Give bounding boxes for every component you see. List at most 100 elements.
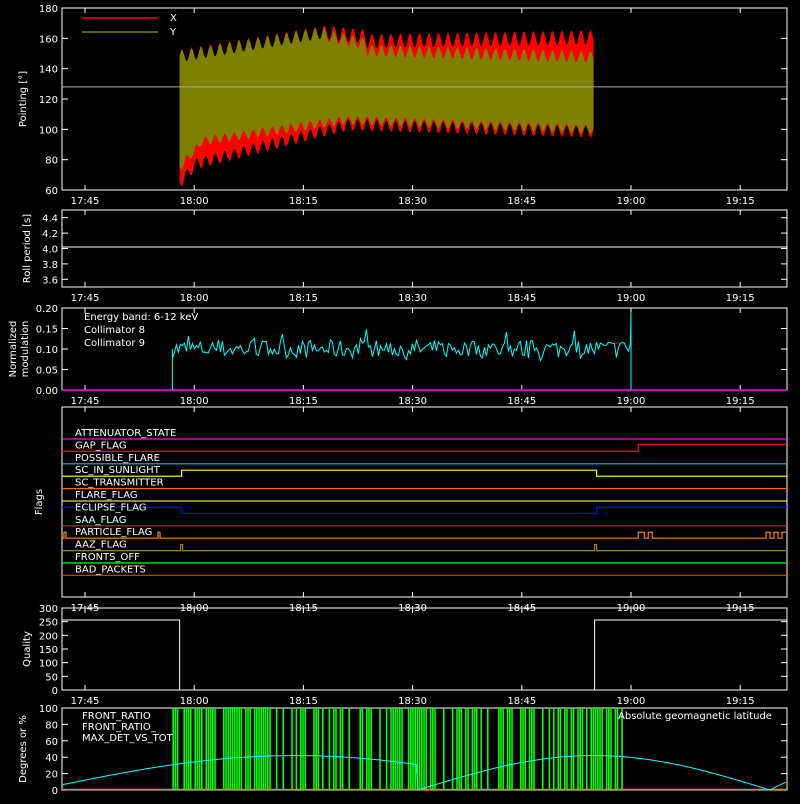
y-axis-label: Quality — [22, 631, 33, 667]
flag-label-fronts-off: FRONTS_OFF — [75, 552, 140, 563]
front-ratio-bar — [590, 708, 592, 790]
front-ratio-bar — [533, 708, 535, 790]
x-tick-label: 18:30 — [398, 293, 427, 304]
front-ratio-bar — [566, 708, 568, 790]
front-ratio-bar — [605, 708, 608, 790]
front-ratio-bar — [333, 708, 335, 790]
front-ratio-bar — [322, 708, 324, 790]
legend-label-front-ratio: FRONT_RATIO — [82, 711, 151, 722]
y-tick-label: 300 — [39, 604, 58, 615]
legend-label-collimator-8: Collimator 8 — [84, 325, 145, 336]
front-ratio-bar — [275, 708, 278, 790]
x-tick-label: 19:15 — [726, 396, 755, 407]
front-ratio-bar — [196, 708, 199, 790]
x-tick-label: 18:45 — [507, 196, 536, 207]
front-ratio-bar — [506, 708, 509, 790]
front-ratio-bar — [300, 708, 302, 790]
front-ratio-bar — [185, 708, 188, 790]
front-ratio-bar — [407, 708, 410, 790]
legend-label-y: Y — [169, 27, 177, 38]
collimator-8-line — [171, 312, 632, 390]
x-tick-label: 19:15 — [726, 696, 755, 707]
flag-label-aaz-flag: AAZ_FLAG — [75, 540, 127, 551]
front-ratio-bar — [207, 708, 210, 790]
front-ratio-bar — [317, 708, 320, 790]
front-ratio-bar — [229, 708, 232, 790]
front-ratio-bar — [247, 708, 249, 790]
front-ratio-bar — [509, 708, 511, 790]
y-tick-label: 100 — [39, 704, 58, 715]
front-ratio-bar — [240, 708, 243, 790]
flag-line-sc-in-sunlight — [62, 469, 787, 477]
y-tick-label: 50 — [45, 672, 58, 683]
y-axis-label: Flags — [34, 489, 45, 515]
y-tick-label: 200 — [39, 631, 58, 642]
x-tick-label: 19:00 — [617, 396, 646, 407]
front-ratio-bar — [264, 708, 267, 790]
y-tick-label: 60 — [45, 186, 58, 197]
front-ratio-bar — [172, 708, 174, 790]
front-ratio-bar — [520, 708, 522, 790]
front-ratio-bar — [601, 708, 603, 790]
front-ratio-bar — [231, 708, 234, 790]
legend-label-collimator-9: Collimator 9 — [84, 338, 145, 349]
y-axis-label: Pointing [°] — [18, 71, 29, 127]
flag-line-gap-flag — [62, 443, 787, 452]
flag-line-aaz-flag — [62, 544, 787, 552]
y-axis-label: Roll period [s] — [22, 214, 33, 283]
front-ratio-bar — [557, 708, 559, 790]
front-ratio-bar — [379, 708, 381, 790]
flag-label-saa-flag: SAA_FLAG — [75, 515, 126, 526]
front-ratio-bar — [471, 708, 474, 790]
front-ratio-bar — [581, 708, 584, 790]
front-ratio-bar — [190, 708, 192, 790]
y-tick-label: 4.4 — [42, 214, 58, 225]
x-tick-label: 19:00 — [617, 196, 646, 207]
front-ratio-bar — [295, 708, 298, 790]
y-tick-label: 150 — [39, 645, 58, 656]
energy-band-annotation: Energy band: 6-12 keV — [84, 312, 198, 323]
front-ratio-bar — [223, 708, 225, 790]
front-ratio-bar — [348, 708, 350, 790]
x-tick-label: 18:45 — [507, 696, 536, 707]
front-ratio-bar — [282, 708, 284, 790]
front-ratio-bar — [304, 708, 306, 790]
front-ratio-bar — [227, 708, 229, 790]
x-tick-label: 19:00 — [617, 696, 646, 707]
y-tick-label: 250 — [39, 618, 58, 629]
front-ratio-bar — [577, 708, 579, 790]
front-ratio-bar — [291, 708, 293, 790]
y-tick-label: 0.10 — [36, 345, 58, 356]
front-ratio-bar — [614, 708, 617, 790]
front-ratio-bar — [594, 708, 597, 790]
front-ratio-bar — [394, 708, 397, 790]
x-tick-label: 19:00 — [617, 293, 646, 304]
front-ratio-bar — [410, 708, 412, 790]
flag-label-sc-transmitter: SC_TRANSMITTER — [75, 478, 164, 489]
front-ratio-bar — [209, 708, 212, 790]
front-ratio-bar — [225, 708, 227, 790]
front-ratio-bar — [396, 708, 399, 790]
x-tick-label: 18:00 — [180, 696, 209, 707]
y-tick-label: 4.0 — [42, 245, 58, 256]
front-ratio-bar — [176, 708, 179, 790]
flag-label-eclipse-flag: ECLIPSE_FLAG — [75, 502, 146, 513]
y-tick-label: 40 — [45, 753, 58, 764]
front-ratio-bar — [201, 708, 203, 790]
y-tick-label: 0.00 — [36, 386, 58, 397]
hessi-quicklook-plot: 17:45 18:00 18:15 18:30 18:45 19:00 19:15 60 80 1… — [0, 0, 800, 800]
front-ratio-bar — [245, 708, 247, 790]
front-ratio-bar — [359, 708, 361, 790]
front-ratio-bar — [205, 708, 207, 790]
x-tick-label: 18:45 — [507, 396, 536, 407]
x-tick-label: 19:15 — [726, 196, 755, 207]
front-ratio-bar — [608, 708, 610, 790]
front-ratio-bar — [502, 708, 504, 790]
front-ratio-bar — [524, 708, 526, 790]
front-ratio-bar — [361, 708, 364, 790]
y-tick-label: 4.2 — [42, 229, 58, 240]
y-tick-label: 100 — [39, 125, 58, 136]
front-ratio-bar — [473, 708, 476, 790]
front-ratio-bar — [269, 708, 271, 790]
front-ratio-bar — [528, 708, 531, 790]
